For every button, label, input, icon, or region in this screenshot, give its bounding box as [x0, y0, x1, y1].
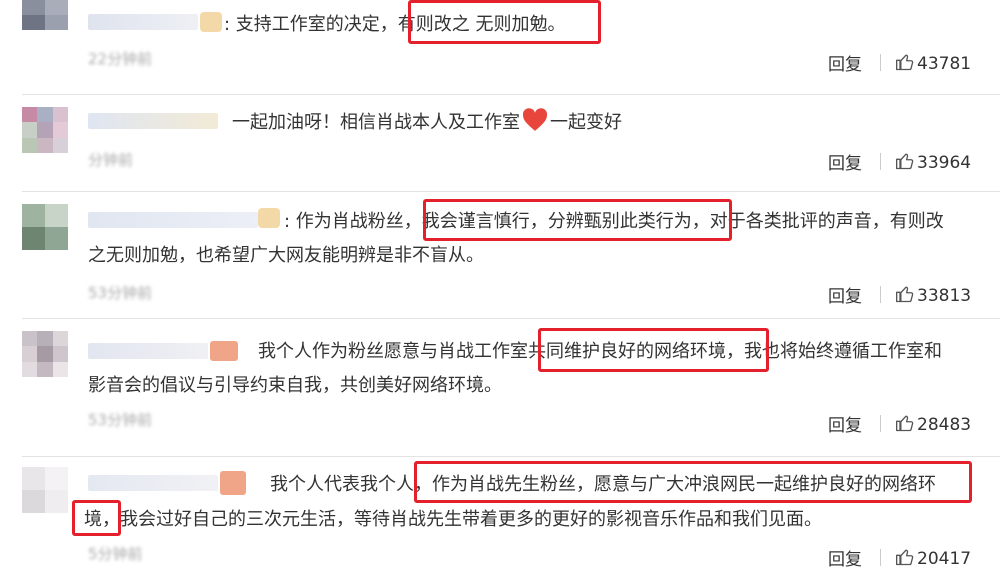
like-count: 20417 [917, 549, 972, 569]
highlight-box [414, 461, 972, 503]
avatar[interactable] [22, 204, 68, 250]
like-button[interactable]: 20417 [895, 547, 971, 569]
thumbs-up-icon [896, 415, 914, 432]
reply-button[interactable]: 回复 [828, 411, 862, 436]
crown-badge-icon [258, 208, 280, 228]
comment-text-line2: 影音会的倡议与引导约束自我，共创美好网络环境。 [88, 375, 502, 396]
divider [880, 415, 881, 432]
badge-icon [220, 471, 246, 495]
username-blurred[interactable] [88, 14, 198, 30]
comment-separator [22, 456, 1000, 457]
heart-icon [522, 108, 548, 131]
timestamp: 22分钟前 [88, 50, 153, 68]
reply-button[interactable]: 回复 [828, 545, 862, 570]
username-blurred[interactable] [88, 113, 218, 129]
highlight-box [423, 199, 732, 241]
crown-badge-icon [200, 12, 222, 32]
divider [880, 549, 881, 566]
timestamp: 53分钟前 [88, 411, 153, 429]
divider [880, 54, 881, 71]
divider [880, 286, 881, 303]
timestamp: 5分钟前 [88, 545, 143, 563]
reply-button[interactable]: 回复 [828, 149, 862, 174]
like-count: 28483 [917, 415, 972, 435]
username-blurred[interactable] [88, 475, 218, 491]
thumbs-up-icon [896, 54, 914, 71]
avatar[interactable] [22, 467, 68, 513]
like-button[interactable]: 33813 [895, 284, 971, 306]
thumbs-up-icon [896, 153, 914, 170]
highlight-box [538, 328, 769, 372]
timestamp: 分钟前 [88, 151, 134, 169]
comment-separator [22, 191, 1000, 192]
like-count: 33813 [917, 286, 972, 306]
like-button[interactable]: 43781 [895, 52, 971, 74]
reply-button[interactable]: 回复 [828, 50, 862, 75]
username-blurred[interactable] [88, 212, 258, 228]
like-button[interactable]: 33964 [895, 151, 971, 173]
avatar[interactable] [22, 0, 68, 30]
like-button[interactable]: 28483 [895, 413, 971, 435]
username-blurred[interactable] [88, 343, 208, 359]
highlight-box [408, 0, 601, 44]
reply-button[interactable]: 回复 [828, 282, 862, 307]
thumbs-up-icon [896, 286, 914, 303]
divider [880, 153, 881, 170]
comment-separator [22, 318, 1000, 319]
avatar[interactable] [22, 331, 68, 377]
timestamp: 53分钟前 [88, 284, 153, 302]
comment-separator [22, 94, 1000, 95]
like-count: 33964 [917, 153, 972, 173]
like-count: 43781 [917, 54, 972, 74]
highlight-box [72, 500, 121, 536]
thumbs-up-icon [896, 549, 914, 566]
avatar[interactable] [22, 107, 68, 153]
comment-text-line2: 境，我会过好自己的三次元生活，等待肖战先生带着更多的更好的影视音乐作品和我们见面… [84, 509, 822, 530]
badge-icon [210, 341, 238, 361]
comment-text-line2: 之无则加勉，也希望广大网友能明辨是非不盲从。 [88, 245, 484, 266]
comment-text: 一起加油呀！相信肖战本人及工作室 一起变好 [232, 105, 622, 141]
